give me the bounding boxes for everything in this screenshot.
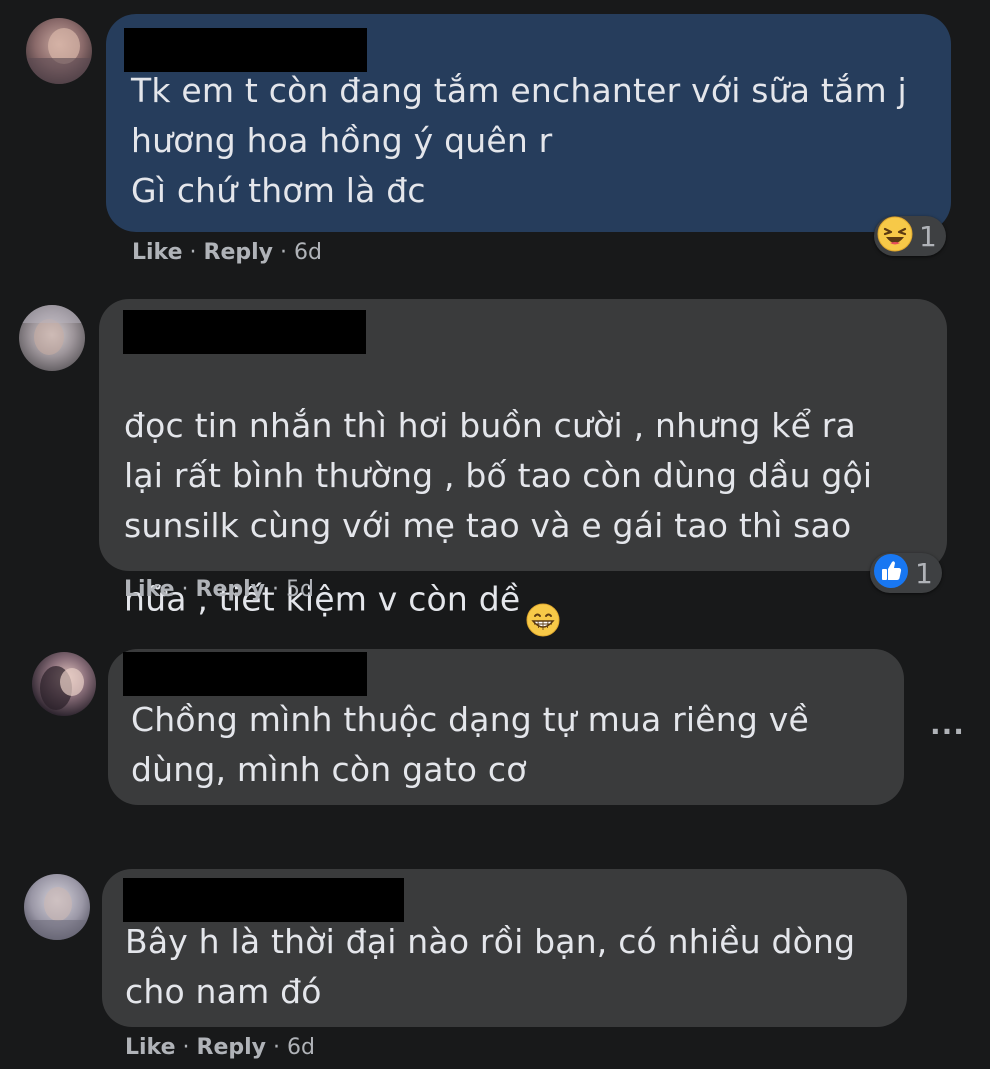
author-name-redacted[interactable] [123, 652, 367, 696]
timestamp[interactable]: 5d [286, 577, 314, 602]
comment-3: Chồng mình thuộc dạng tự mua riêng về dù… [0, 640, 990, 820]
comment-text: Tk em t còn đang tắm enchanter với sữa t… [131, 71, 907, 210]
comment-actions: Like · Reply · 5d [124, 577, 314, 602]
comment-text: đọc tin nhắn thì hơi buồn cười , nhưng k… [124, 351, 924, 651]
thumbs-up-icon [873, 553, 909, 593]
comment-text: Chồng mình thuộc dạng tự mua riêng về dù… [131, 700, 809, 789]
separator-dot: · [182, 240, 204, 265]
separator-dot: · [266, 1035, 287, 1060]
like-link[interactable]: Like [124, 577, 175, 602]
separator-dot: · [265, 577, 286, 602]
author-name-redacted[interactable] [123, 310, 366, 354]
reaction-count: 1 [915, 556, 933, 590]
separator-dot: · [273, 240, 294, 265]
reaction-summary[interactable]: 1 [874, 216, 946, 256]
reply-link[interactable]: Reply [204, 240, 274, 265]
separator-dot: · [175, 1035, 197, 1060]
timestamp[interactable]: 6d [287, 1035, 315, 1060]
reply-link[interactable]: Reply [197, 1035, 267, 1060]
separator-dot: · [174, 577, 196, 602]
reaction-summary[interactable]: 1 [870, 553, 942, 593]
timestamp[interactable]: 6d [294, 240, 322, 265]
laughing-emoji-icon [877, 216, 913, 256]
reaction-count: 1 [919, 219, 937, 253]
comment-2: đọc tin nhắn thì hơi buồn cười , nhưng k… [0, 290, 990, 637]
avatar[interactable] [24, 874, 90, 940]
author-name-redacted[interactable] [123, 878, 404, 922]
like-link[interactable]: Like [125, 1035, 176, 1060]
comment-4: Bây h là thời đại nào rồi bạn, có nhiều … [0, 860, 990, 1069]
avatar[interactable] [26, 18, 92, 84]
avatar[interactable] [19, 305, 85, 371]
more-options-button[interactable]: ... [930, 708, 965, 741]
comment-actions: Like · Reply · 6d [132, 240, 322, 265]
like-link[interactable]: Like [132, 240, 183, 265]
comment-1: Tk em t còn đang tắm enchanter với sữa t… [0, 0, 990, 280]
reply-link[interactable]: Reply [196, 577, 266, 602]
comment-text: Bây h là thời đại nào rồi bạn, có nhiều … [125, 922, 856, 1011]
comment-actions: Like · Reply · 6d [125, 1035, 315, 1060]
avatar[interactable] [32, 652, 96, 716]
grinning-emoji-icon [526, 551, 560, 651]
